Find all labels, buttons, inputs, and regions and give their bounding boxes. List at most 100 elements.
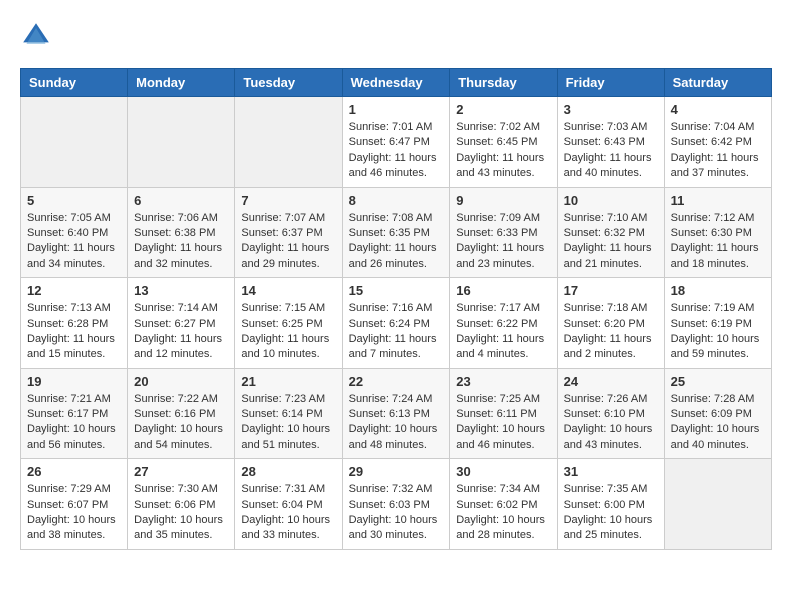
day-number: 28 xyxy=(241,464,335,479)
day-number: 11 xyxy=(671,193,765,208)
calendar-cell: 17 Sunrise: 7:18 AM Sunset: 6:20 PM Dayli… xyxy=(557,278,664,369)
day-info: Sunrise: 7:23 AM Sunset: 6:14 PM Dayligh… xyxy=(241,392,335,454)
day-info: Sunrise: 7:17 AM Sunset: 6:22 PM Dayligh… xyxy=(456,301,550,363)
day-info: Sunrise: 7:04 AM Sunset: 6:42 PM Dayligh… xyxy=(671,120,765,182)
calendar-table: SundayMondayTuesdayWednesdayThursdayFrid… xyxy=(20,68,772,550)
calendar-week-row: 1Sunrise: 7:01 AM Sunset: 6:47 PM Daylig… xyxy=(21,97,772,188)
calendar-cell: 6 Sunrise: 7:06 AM Sunset: 6:38 PM Daylig… xyxy=(128,187,235,278)
calendar-cell: 12 Sunrise: 7:13 AM Sunset: 6:28 PM Dayli… xyxy=(21,278,128,369)
day-info: Sunrise: 7:14 AM Sunset: 6:27 PM Dayligh… xyxy=(134,301,228,363)
day-info: Sunrise: 7:25 AM Sunset: 6:11 PM Dayligh… xyxy=(456,392,550,454)
calendar-cell: 5 Sunrise: 7:05 AM Sunset: 6:40 PM Daylig… xyxy=(21,187,128,278)
calendar-cell: 27 Sunrise: 7:30 AM Sunset: 6:06 PM Dayli… xyxy=(128,459,235,550)
calendar-cell xyxy=(664,459,771,550)
day-info: Sunrise: 7:05 AM Sunset: 6:40 PM Dayligh… xyxy=(27,211,121,273)
day-number: 17 xyxy=(564,283,658,298)
calendar-cell: 3Sunrise: 7:03 AM Sunset: 6:43 PM Daylig… xyxy=(557,97,664,188)
calendar-cell xyxy=(128,97,235,188)
day-info: Sunrise: 7:26 AM Sunset: 6:10 PM Dayligh… xyxy=(564,392,658,454)
calendar-day-header: Monday xyxy=(128,69,235,97)
day-number: 7 xyxy=(241,193,335,208)
calendar-cell: 10 Sunrise: 7:10 AM Sunset: 6:32 PM Dayli… xyxy=(557,187,664,278)
calendar-cell: 8 Sunrise: 7:08 AM Sunset: 6:35 PM Daylig… xyxy=(342,187,450,278)
day-number: 20 xyxy=(134,374,228,389)
day-info: Sunrise: 7:07 AM Sunset: 6:37 PM Dayligh… xyxy=(241,211,335,273)
calendar-cell xyxy=(235,97,342,188)
calendar-cell: 24 Sunrise: 7:26 AM Sunset: 6:10 PM Dayli… xyxy=(557,368,664,459)
calendar-cell: 28 Sunrise: 7:31 AM Sunset: 6:04 PM Dayli… xyxy=(235,459,342,550)
day-number: 2 xyxy=(456,102,550,117)
day-number: 31 xyxy=(564,464,658,479)
day-info: Sunrise: 7:29 AM Sunset: 6:07 PM Dayligh… xyxy=(27,482,121,544)
day-number: 27 xyxy=(134,464,228,479)
calendar-cell: 14 Sunrise: 7:15 AM Sunset: 6:25 PM Dayli… xyxy=(235,278,342,369)
calendar-cell: 25Sunrise: 7:28 AM Sunset: 6:09 PM Dayli… xyxy=(664,368,771,459)
day-number: 9 xyxy=(456,193,550,208)
calendar-cell: 15Sunrise: 7:16 AM Sunset: 6:24 PM Dayli… xyxy=(342,278,450,369)
calendar-day-header: Tuesday xyxy=(235,69,342,97)
calendar-week-row: 12 Sunrise: 7:13 AM Sunset: 6:28 PM Dayli… xyxy=(21,278,772,369)
day-info: Sunrise: 7:10 AM Sunset: 6:32 PM Dayligh… xyxy=(564,211,658,273)
day-info: Sunrise: 7:30 AM Sunset: 6:06 PM Dayligh… xyxy=(134,482,228,544)
calendar-cell: 7 Sunrise: 7:07 AM Sunset: 6:37 PM Daylig… xyxy=(235,187,342,278)
day-info: Sunrise: 7:12 AM Sunset: 6:30 PM Dayligh… xyxy=(671,211,765,273)
calendar-day-header: Friday xyxy=(557,69,664,97)
calendar-cell: 19Sunrise: 7:21 AM Sunset: 6:17 PM Dayli… xyxy=(21,368,128,459)
calendar-week-row: 19Sunrise: 7:21 AM Sunset: 6:17 PM Dayli… xyxy=(21,368,772,459)
day-number: 10 xyxy=(564,193,658,208)
day-info: Sunrise: 7:15 AM Sunset: 6:25 PM Dayligh… xyxy=(241,301,335,363)
day-number: 13 xyxy=(134,283,228,298)
day-info: Sunrise: 7:34 AM Sunset: 6:02 PM Dayligh… xyxy=(456,482,550,544)
day-number: 12 xyxy=(27,283,121,298)
day-number: 8 xyxy=(349,193,444,208)
calendar-cell: 26 Sunrise: 7:29 AM Sunset: 6:07 PM Dayli… xyxy=(21,459,128,550)
day-info: Sunrise: 7:06 AM Sunset: 6:38 PM Dayligh… xyxy=(134,211,228,273)
day-number: 23 xyxy=(456,374,550,389)
day-number: 19 xyxy=(27,374,121,389)
calendar-cell: 9Sunrise: 7:09 AM Sunset: 6:33 PM Daylig… xyxy=(450,187,557,278)
day-number: 6 xyxy=(134,193,228,208)
day-number: 14 xyxy=(241,283,335,298)
day-info: Sunrise: 7:24 AM Sunset: 6:13 PM Dayligh… xyxy=(349,392,444,454)
day-number: 29 xyxy=(349,464,444,479)
calendar-cell: 23 Sunrise: 7:25 AM Sunset: 6:11 PM Dayli… xyxy=(450,368,557,459)
day-info: Sunrise: 7:35 AM Sunset: 6:00 PM Dayligh… xyxy=(564,482,658,544)
calendar-day-header: Wednesday xyxy=(342,69,450,97)
calendar-cell: 13 Sunrise: 7:14 AM Sunset: 6:27 PM Dayli… xyxy=(128,278,235,369)
day-info: Sunrise: 7:28 AM Sunset: 6:09 PM Dayligh… xyxy=(671,392,765,454)
calendar-cell: 18 Sunrise: 7:19 AM Sunset: 6:19 PM Dayli… xyxy=(664,278,771,369)
calendar-header-row: SundayMondayTuesdayWednesdayThursdayFrid… xyxy=(21,69,772,97)
day-number: 22 xyxy=(349,374,444,389)
day-info: Sunrise: 7:31 AM Sunset: 6:04 PM Dayligh… xyxy=(241,482,335,544)
calendar-cell: 31 Sunrise: 7:35 AM Sunset: 6:00 PM Dayli… xyxy=(557,459,664,550)
page-header xyxy=(20,20,772,52)
day-info: Sunrise: 7:19 AM Sunset: 6:19 PM Dayligh… xyxy=(671,301,765,363)
calendar-cell: 4 Sunrise: 7:04 AM Sunset: 6:42 PM Daylig… xyxy=(664,97,771,188)
day-number: 5 xyxy=(27,193,121,208)
calendar-cell: 30 Sunrise: 7:34 AM Sunset: 6:02 PM Dayli… xyxy=(450,459,557,550)
day-info: Sunrise: 7:22 AM Sunset: 6:16 PM Dayligh… xyxy=(134,392,228,454)
day-number: 30 xyxy=(456,464,550,479)
day-info: Sunrise: 7:32 AM Sunset: 6:03 PM Dayligh… xyxy=(349,482,444,544)
calendar-cell: 20 Sunrise: 7:22 AM Sunset: 6:16 PM Dayli… xyxy=(128,368,235,459)
day-info: Sunrise: 7:03 AM Sunset: 6:43 PM Dayligh… xyxy=(564,120,658,182)
day-number: 18 xyxy=(671,283,765,298)
day-number: 1 xyxy=(349,102,444,117)
calendar-cell xyxy=(21,97,128,188)
day-number: 26 xyxy=(27,464,121,479)
day-info: Sunrise: 7:08 AM Sunset: 6:35 PM Dayligh… xyxy=(349,211,444,273)
day-info: Sunrise: 7:02 AM Sunset: 6:45 PM Dayligh… xyxy=(456,120,550,182)
calendar-week-row: 5 Sunrise: 7:05 AM Sunset: 6:40 PM Daylig… xyxy=(21,187,772,278)
day-info: Sunrise: 7:13 AM Sunset: 6:28 PM Dayligh… xyxy=(27,301,121,363)
day-number: 4 xyxy=(671,102,765,117)
day-info: Sunrise: 7:16 AM Sunset: 6:24 PM Dayligh… xyxy=(349,301,444,363)
calendar-day-header: Sunday xyxy=(21,69,128,97)
calendar-cell: 22 Sunrise: 7:24 AM Sunset: 6:13 PM Dayli… xyxy=(342,368,450,459)
calendar-week-row: 26 Sunrise: 7:29 AM Sunset: 6:07 PM Dayli… xyxy=(21,459,772,550)
logo xyxy=(20,20,58,52)
day-info: Sunrise: 7:18 AM Sunset: 6:20 PM Dayligh… xyxy=(564,301,658,363)
calendar-cell: 1Sunrise: 7:01 AM Sunset: 6:47 PM Daylig… xyxy=(342,97,450,188)
day-number: 24 xyxy=(564,374,658,389)
calendar-cell: 11 Sunrise: 7:12 AM Sunset: 6:30 PM Dayli… xyxy=(664,187,771,278)
calendar-cell: 29 Sunrise: 7:32 AM Sunset: 6:03 PM Dayli… xyxy=(342,459,450,550)
